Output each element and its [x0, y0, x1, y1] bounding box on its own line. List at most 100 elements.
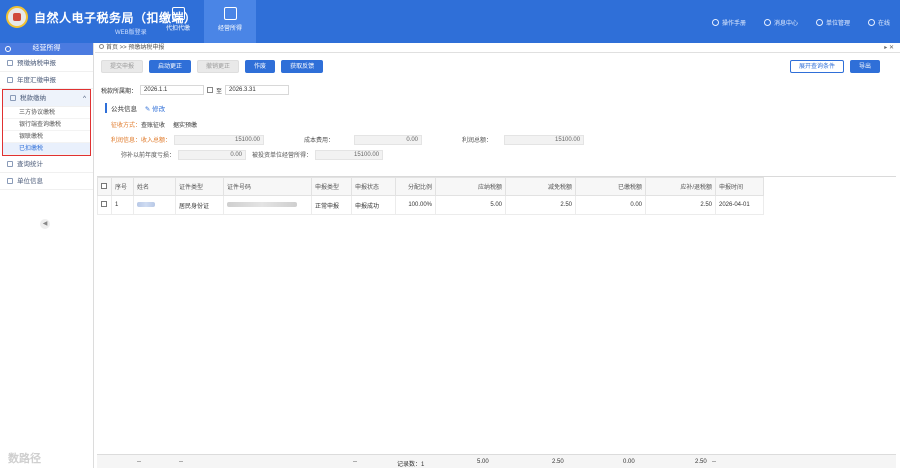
- revoke-correction-button[interactable]: 撤销更正: [197, 60, 240, 73]
- tax-period: 税款所属期： 2026.1.1 至 2026.3.31: [101, 85, 290, 95]
- sidebar-item-tax-payment[interactable]: 税款缴纳 ^: [3, 90, 90, 107]
- public-info-title: 公共信息 ✎ 修改: [105, 103, 165, 113]
- period-from-field[interactable]: 2026.1.1: [140, 85, 205, 95]
- footer-record-count: 记录数：1: [397, 462, 425, 468]
- export-button[interactable]: 导出: [849, 60, 880, 73]
- sidebar-item-stats[interactable]: 查询统计: [0, 156, 93, 173]
- online-icon: [867, 19, 875, 26]
- investor-income-value: 15100.00: [315, 149, 384, 160]
- investor-income-label: 被投资单位经营所得：: [252, 153, 313, 159]
- cell-decl-type: 正常申报: [311, 195, 352, 215]
- cell-tax-relief: 2.50: [505, 195, 576, 215]
- message-icon: [763, 19, 771, 26]
- sidebar: 经营所得 预缴纳税申报 年度汇缴申报 税款缴纳 ^ 三方协议缴税 银行端查询缴税…: [0, 43, 94, 468]
- tax-bureau-logo-icon: [6, 6, 28, 28]
- cell-decl-time: 2026-04-01: [715, 195, 764, 215]
- sidebar-sub-three-party[interactable]: 三方协议缴税: [3, 107, 90, 119]
- table-footer: -- -- -- 记录数：1 5.00 2.50 0.00 2.50 --: [97, 454, 896, 468]
- loss-value: 0.00: [178, 149, 247, 160]
- col-tax-relief: 减免税额: [505, 177, 576, 196]
- collection-method-value: 查账征收: [141, 123, 166, 129]
- sidebar-sub-bank-query[interactable]: 银行端查询缴税: [3, 119, 90, 131]
- col-ratio: 分配比例: [395, 177, 436, 196]
- sidebar-sub-unionpay[interactable]: 银联缴税: [3, 131, 90, 143]
- public-info: 征收方式： 查账征收 据实预缴 利润信息：收入总额： 15100.00 成本费用…: [111, 117, 585, 162]
- get-feedback-button[interactable]: 获取反馈: [281, 60, 324, 73]
- col-tax-paid: 已缴税额: [575, 177, 646, 196]
- period-to-field[interactable]: 2026.3.31: [225, 85, 290, 95]
- cell-name: [133, 195, 176, 215]
- footer-tax-refund: 2.50: [695, 459, 707, 465]
- row-checkbox[interactable]: [101, 201, 107, 207]
- col-tax-due: 应纳税额: [435, 177, 506, 196]
- declaration-table-wrap: 序号 姓名 证件类型 证件号码 申报类型 申报状态 分配比例 应纳税额 减免税额…: [97, 176, 896, 463]
- expand-query-button[interactable]: 展开查询条件: [789, 60, 844, 73]
- cost-value: 0.00: [354, 134, 423, 145]
- submit-declaration-button[interactable]: 提交申报: [101, 60, 144, 73]
- col-name: 姓名: [133, 177, 176, 196]
- withholding-icon: [171, 7, 185, 20]
- redacted-name: [137, 201, 155, 207]
- redacted-id-number: [227, 201, 297, 207]
- col-decl-type: 申报类型: [311, 177, 352, 196]
- unit-info-icon: [7, 178, 13, 184]
- sidebar-collapse-button[interactable]: ◀: [40, 219, 50, 229]
- cell-status: 申报成功: [351, 195, 396, 215]
- select-all-checkbox[interactable]: [101, 182, 107, 189]
- sidebar-item-unit-info[interactable]: 单位信息: [0, 173, 93, 190]
- message-center-link[interactable]: 消息中心: [763, 18, 798, 27]
- cost-label: 成本费用：: [304, 138, 335, 144]
- main-panel: 首页 >> 预缴纳税申报 ▸ ✕ 提交申报 启动更正 撤销更正 作废 获取反馈 …: [95, 43, 900, 468]
- void-button[interactable]: 作废: [245, 60, 276, 73]
- edit-link[interactable]: ✎ 修改: [145, 106, 165, 113]
- period-label: 税款所属期：: [101, 88, 138, 95]
- unit-icon: [815, 19, 823, 26]
- breadcrumb: 首页 >> 预缴纳税申报: [106, 45, 165, 51]
- header-tools: 操作手册 消息中心 单位管理 在线: [711, 18, 890, 27]
- sidebar-sub-paid[interactable]: 已扣缴税: [3, 143, 90, 155]
- window-controls[interactable]: ▸ ✕: [884, 43, 894, 53]
- cell-ratio: 100.00%: [395, 195, 436, 215]
- top-header: 自然人电子税务局（扣缴端） WEB版登录 代扣代缴 经营所得 操作手册 消息中心…: [0, 0, 900, 43]
- annual-icon: [7, 77, 13, 83]
- nav-business-income[interactable]: 经营所得: [204, 0, 256, 43]
- manual-link[interactable]: 操作手册: [711, 18, 746, 27]
- sidebar-item-annual[interactable]: 年度汇缴申报: [0, 72, 93, 89]
- footer-tax-relief: 2.50: [552, 459, 564, 465]
- profit-total-value: 15100.00: [504, 134, 585, 145]
- col-id-no: 证件号码: [223, 177, 312, 196]
- sidebar-item-prepay[interactable]: 预缴纳税申报: [0, 55, 93, 72]
- cell-tax-due: 5.00: [435, 195, 506, 215]
- col-tax-refund: 应补/退税额: [645, 177, 716, 196]
- loss-label: 弥补以前年度亏损：: [121, 153, 176, 159]
- home-icon[interactable]: [99, 44, 104, 49]
- business-income-icon: [223, 7, 237, 20]
- action-toolbar: 提交申报 启动更正 撤销更正 作废 获取反馈: [101, 60, 324, 73]
- start-correction-button[interactable]: 启动更正: [149, 60, 192, 73]
- table-header-row: 序号 姓名 证件类型 证件号码 申报类型 申报状态 分配比例 应纳税额 减免税额…: [97, 177, 764, 196]
- collection-method-label: 征收方式：: [111, 123, 142, 129]
- nav-withholding[interactable]: 代扣代缴: [152, 0, 204, 43]
- collection-method-note: 据实预缴: [173, 123, 198, 129]
- cell-id-no: [223, 195, 312, 215]
- select-all-cell[interactable]: [97, 177, 112, 196]
- calendar-icon[interactable]: [207, 87, 214, 93]
- footer-tax-due: 5.00: [477, 459, 489, 465]
- profit-total-label: 利润总额：: [462, 138, 493, 144]
- sidebar-title: 经营所得: [0, 43, 93, 55]
- breadcrumb-bar: 首页 >> 预缴纳税申报 ▸ ✕: [95, 43, 900, 53]
- cell-tax-refund: 2.50: [645, 195, 716, 215]
- row-select-cell[interactable]: [97, 195, 112, 215]
- payment-icon: [10, 95, 16, 101]
- cell-index: 1: [111, 195, 134, 215]
- col-decl-time: 申报时间: [715, 177, 764, 196]
- online-status[interactable]: 在线: [867, 18, 890, 27]
- table-row[interactable]: 1 居民身份证 正常申报 申报成功 100.00% 5.00 2.50 0.00…: [97, 195, 764, 215]
- col-status: 申报状态: [351, 177, 396, 196]
- manual-icon: [711, 19, 719, 26]
- toolbar-right: 展开查询条件 导出: [789, 60, 880, 73]
- stats-icon: [7, 161, 13, 167]
- col-index: 序号: [111, 177, 134, 196]
- watermark: 数路径: [8, 453, 41, 465]
- unit-management-link[interactable]: 单位管理: [815, 18, 850, 27]
